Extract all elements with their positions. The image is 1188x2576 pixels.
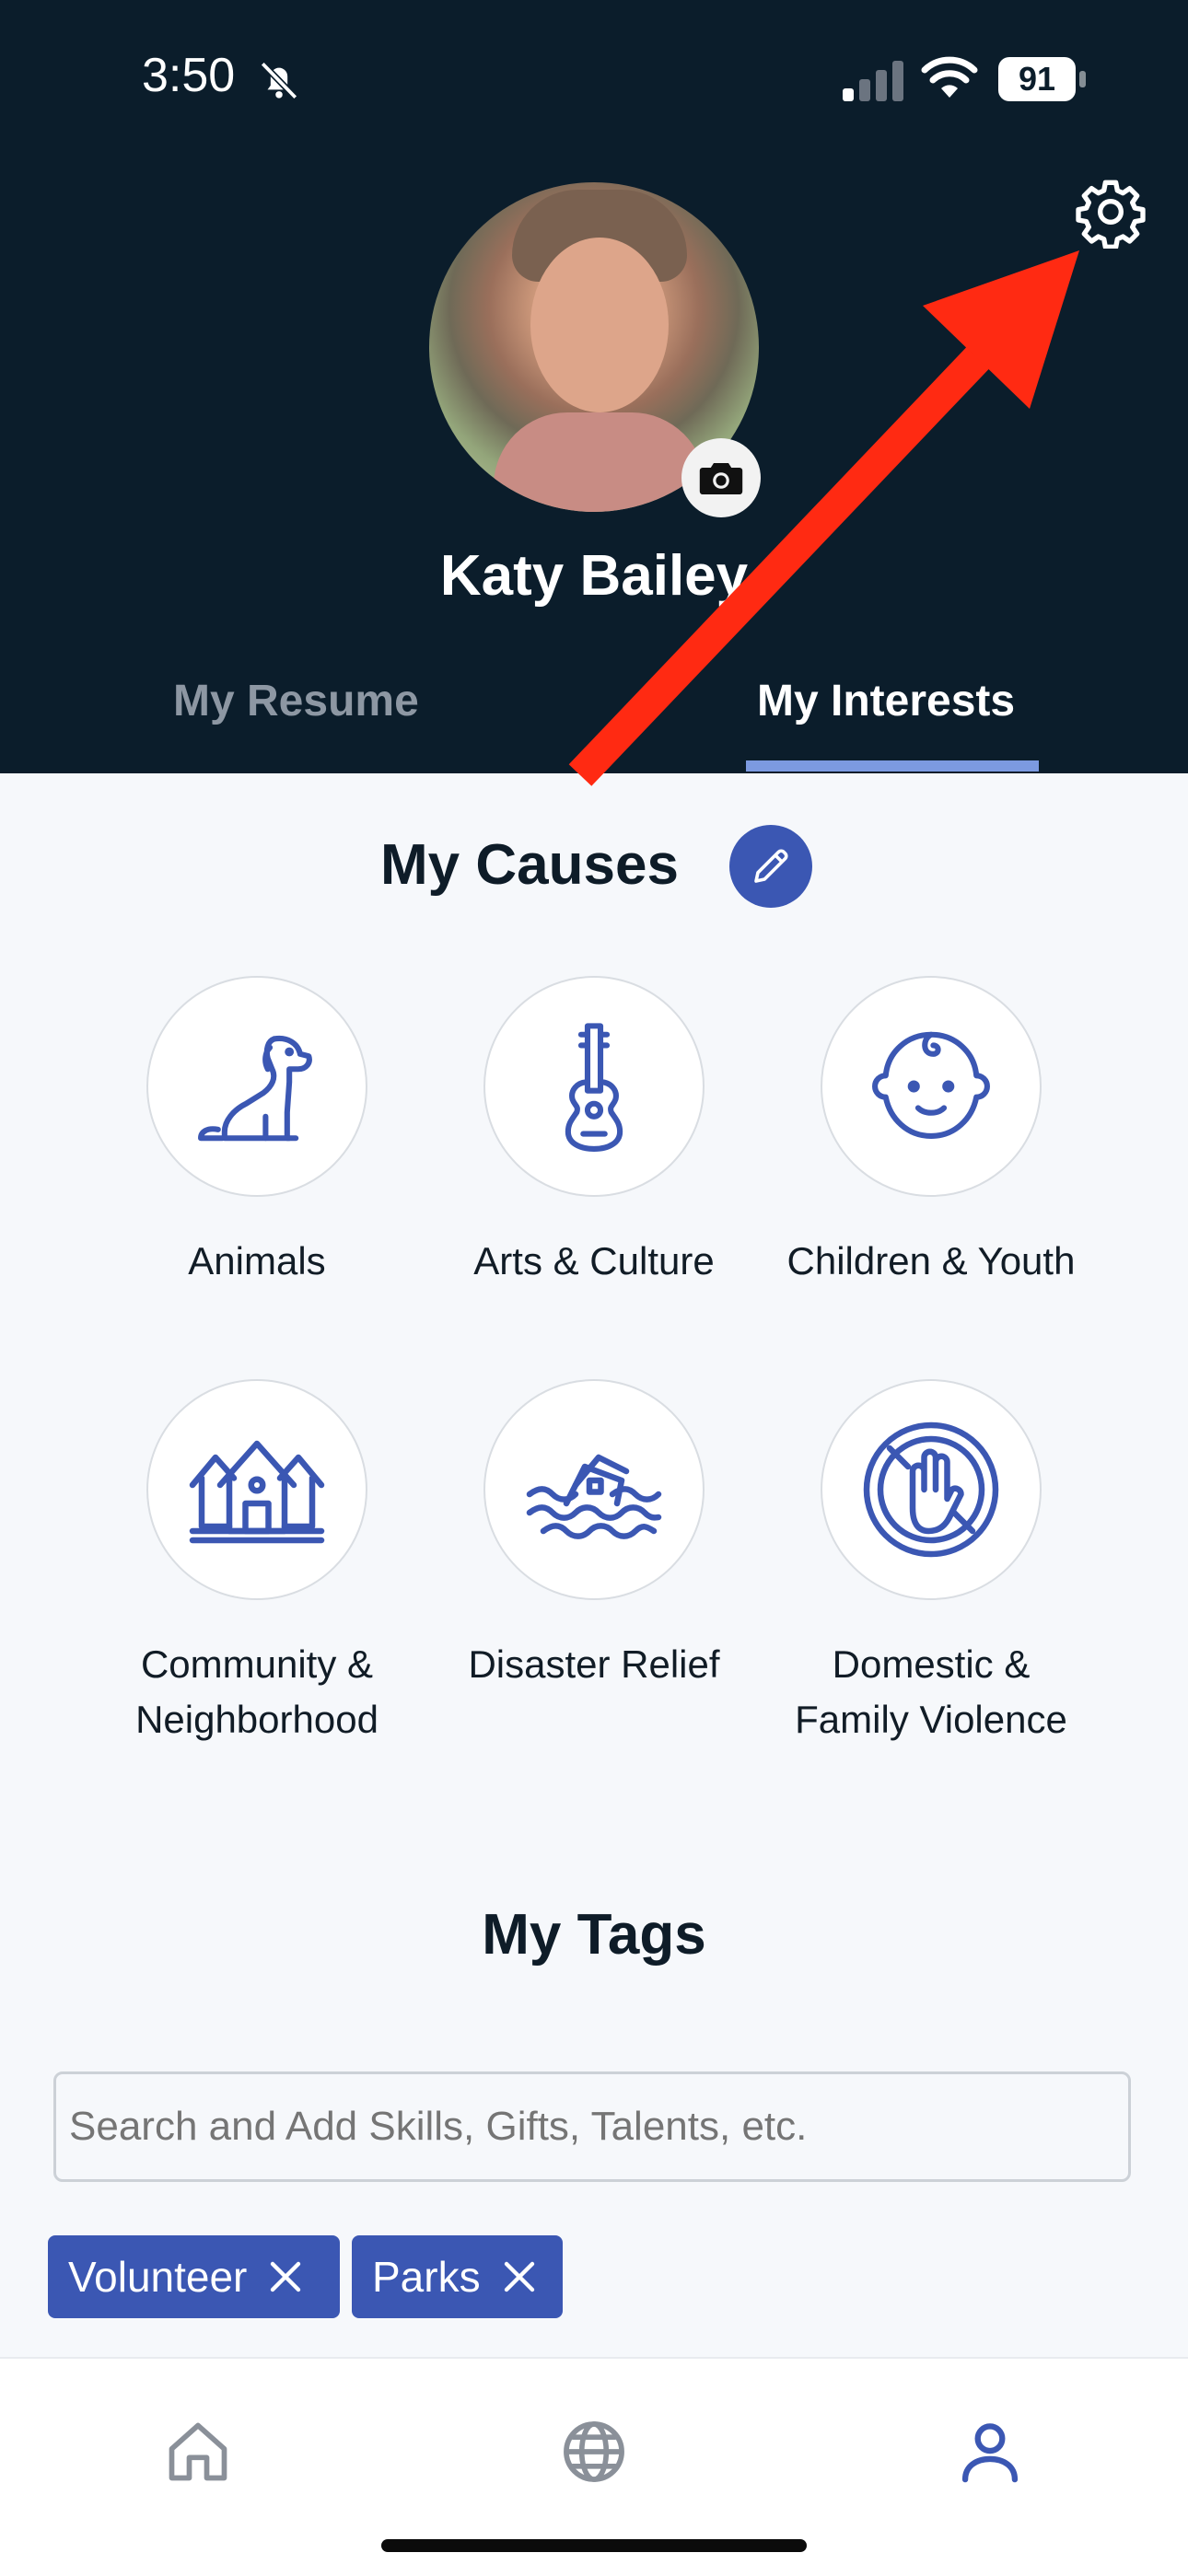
avatar-face xyxy=(530,238,669,412)
flooded-house-icon xyxy=(526,1454,662,1539)
my-causes-title: My Causes xyxy=(380,833,679,897)
change-photo-button[interactable] xyxy=(681,438,761,517)
tag-chip-parks[interactable]: Parks xyxy=(352,2235,563,2318)
bell-slash-icon xyxy=(260,61,298,100)
cause-children-youth[interactable]: Children & Youth xyxy=(779,976,1083,1289)
nav-home[interactable] xyxy=(157,2410,239,2493)
cause-label: Domestic & Family Violence xyxy=(795,1642,1067,1741)
cause-label: Children & Youth xyxy=(786,1239,1076,1282)
cause-circle xyxy=(821,976,1042,1197)
tag-label: Parks xyxy=(372,2253,481,2301)
globe-icon xyxy=(564,2421,624,2482)
cause-circle xyxy=(821,1379,1042,1600)
battery-icon: 91 xyxy=(998,57,1087,101)
cause-animals[interactable]: Animals xyxy=(105,976,409,1289)
status-time: 3:50 xyxy=(142,49,236,102)
signal-icon xyxy=(843,61,903,101)
cause-circle xyxy=(483,1379,705,1600)
home-icon xyxy=(169,2422,227,2481)
pencil-icon xyxy=(754,849,788,883)
avatar-shirt xyxy=(494,412,705,512)
guitar-icon xyxy=(565,1023,623,1153)
user-icon xyxy=(961,2423,1019,2483)
dog-icon xyxy=(198,1035,312,1142)
houses-icon xyxy=(189,1440,325,1544)
cause-arts-culture[interactable]: Arts & Culture xyxy=(442,976,746,1289)
my-tags-title: My Tags xyxy=(482,1903,706,1967)
tag-search-input[interactable] xyxy=(53,2071,1131,2182)
cause-circle xyxy=(483,976,705,1197)
battery-level: 91 xyxy=(998,57,1076,101)
cause-label: Community & Neighborhood xyxy=(135,1642,379,1741)
cause-domestic-family-violence[interactable]: Domestic & Family Violence xyxy=(779,1379,1083,1747)
wifi-icon xyxy=(921,56,978,98)
cause-community-neighborhood[interactable]: Community & Neighborhood xyxy=(105,1379,409,1747)
camera-icon xyxy=(699,463,743,494)
profile-header: 3:50 91 Katy Bailey My Resume My Interes… xyxy=(0,0,1188,773)
cause-label: Animals xyxy=(188,1239,326,1282)
stop-hand-icon xyxy=(863,1421,999,1558)
home-indicator xyxy=(381,2539,807,2552)
cause-label: Arts & Culture xyxy=(473,1239,715,1282)
tag-chip-volunteer[interactable]: Volunteer xyxy=(48,2235,340,2318)
edit-causes-button[interactable] xyxy=(729,825,812,908)
cause-disaster-relief[interactable]: Disaster Relief xyxy=(442,1379,746,1692)
nav-profile[interactable] xyxy=(949,2410,1031,2493)
battery-tip xyxy=(1079,71,1086,87)
active-tab-indicator xyxy=(746,760,1039,772)
remove-tag-icon[interactable] xyxy=(267,2258,304,2295)
remove-tag-icon[interactable] xyxy=(501,2258,538,2295)
tag-label: Volunteer xyxy=(68,2253,248,2301)
nav-explore[interactable] xyxy=(553,2410,635,2493)
cause-circle xyxy=(146,1379,367,1600)
cause-circle xyxy=(146,976,367,1197)
cause-label: Disaster Relief xyxy=(468,1642,720,1686)
user-name: Katy Bailey xyxy=(439,544,749,608)
tab-my-interests[interactable]: My Interests xyxy=(757,676,1015,726)
gear-icon[interactable] xyxy=(1074,175,1147,249)
tab-my-resume[interactable]: My Resume xyxy=(173,676,419,726)
baby-face-icon xyxy=(872,1031,990,1139)
